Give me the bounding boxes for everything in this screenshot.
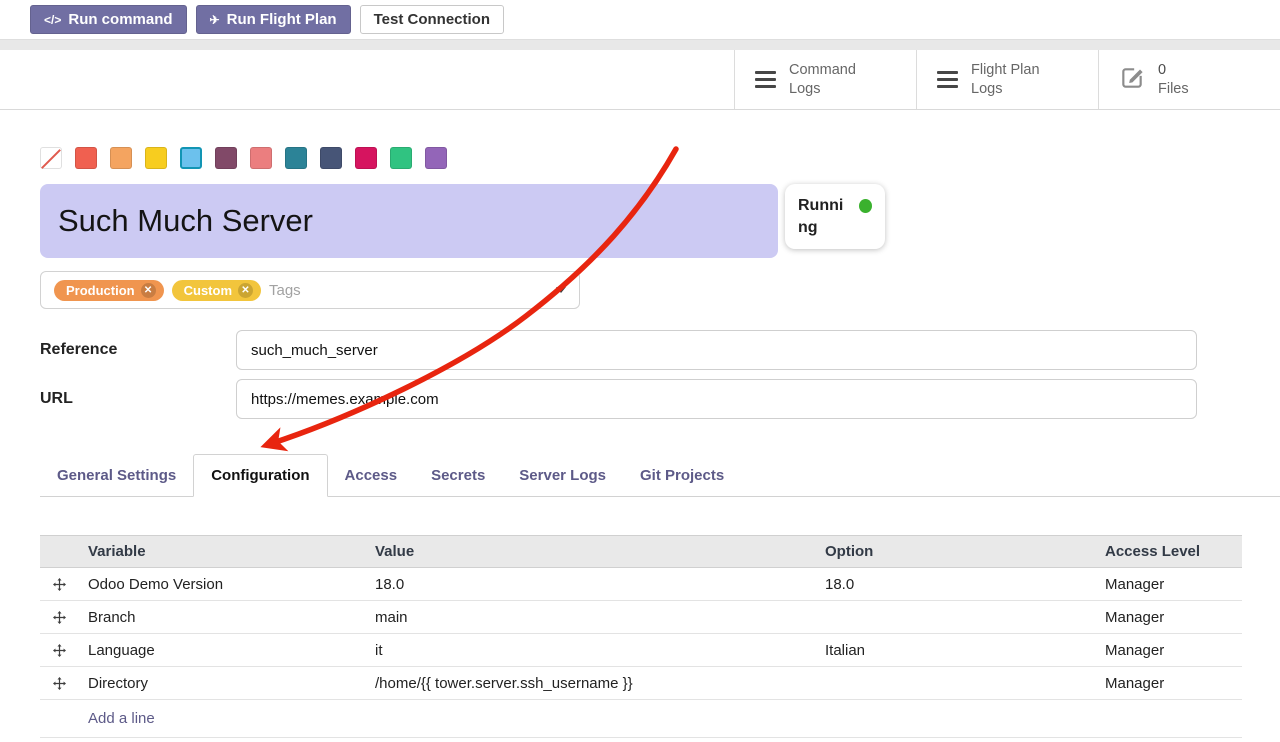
color-swatch-none[interactable] [40, 147, 62, 169]
reference-label: Reference [40, 341, 236, 359]
server-name-input[interactable] [40, 184, 778, 258]
files-label: Files [1158, 80, 1189, 98]
run-command-button[interactable]: </> Run command [30, 5, 187, 34]
drag-handle-icon[interactable] [40, 635, 78, 666]
command-logs-label-line2: Logs [789, 80, 856, 98]
drag-handle-icon[interactable] [40, 602, 78, 633]
form-header: Command Logs Flight Plan Logs 0 Files [0, 50, 1280, 110]
flight-plan-logs-button[interactable]: Flight Plan Logs [916, 50, 1098, 109]
cell-option[interactable] [815, 676, 1095, 690]
code-icon: </> [44, 13, 61, 27]
cell-variable[interactable]: Odoo Demo Version [78, 569, 365, 600]
command-logs-button[interactable]: Command Logs [734, 50, 916, 109]
cell-access[interactable]: Manager [1095, 668, 1242, 699]
run-command-label: Run command [68, 11, 172, 28]
chevron-down-icon[interactable] [556, 287, 566, 293]
cell-value[interactable]: it [365, 635, 815, 666]
column-header-access-level: Access Level [1095, 536, 1242, 567]
table-row[interactable]: Odoo Demo Version 18.0 18.0 Manager [40, 568, 1242, 601]
cell-variable[interactable]: Language [78, 635, 365, 666]
edit-icon [1119, 65, 1145, 94]
command-logs-label-line1: Command [789, 61, 856, 79]
plane-icon: ✈ [210, 13, 220, 27]
color-swatch-light-blue-selected[interactable] [180, 147, 202, 169]
test-connection-button[interactable]: Test Connection [360, 5, 504, 34]
form-content: Running Production ✕ Custom ✕ Tags Refer… [0, 147, 1280, 738]
cell-variable[interactable]: Branch [78, 602, 365, 633]
status-label: Running [798, 195, 850, 238]
add-line-row: Add a line [40, 700, 1242, 738]
close-icon[interactable]: ✕ [238, 283, 253, 298]
field-group: Reference URL [40, 330, 1197, 419]
tags-field[interactable]: Production ✕ Custom ✕ Tags [40, 271, 580, 309]
variables-table: Variable Value Option Access Level Odoo … [40, 535, 1242, 738]
color-swatch-green[interactable] [390, 147, 412, 169]
table-header-row: Variable Value Option Access Level [40, 535, 1242, 568]
table-row[interactable]: Directory /home/{{ tower.server.ssh_user… [40, 667, 1242, 700]
status-badge[interactable]: Running [785, 184, 885, 249]
cell-value[interactable]: main [365, 602, 815, 633]
tab-secrets[interactable]: Secrets [414, 455, 502, 496]
run-flight-plan-button[interactable]: ✈ Run Flight Plan [196, 5, 351, 34]
url-label: URL [40, 390, 236, 408]
drag-handle-icon[interactable] [40, 569, 78, 600]
tag-production-label: Production [66, 283, 135, 298]
status-dot [859, 199, 872, 213]
cell-access[interactable]: Manager [1095, 569, 1242, 600]
tab-configuration[interactable]: Configuration [193, 454, 327, 497]
drag-column-header [40, 545, 78, 559]
menu-icon [755, 71, 776, 88]
test-connection-label: Test Connection [374, 11, 490, 28]
cell-option[interactable]: 18.0 [815, 569, 1095, 600]
files-count: 0 [1158, 61, 1189, 79]
cell-option[interactable]: Italian [815, 635, 1095, 666]
cell-variable[interactable]: Directory [78, 668, 365, 699]
cell-option[interactable] [815, 610, 1095, 624]
files-button[interactable]: 0 Files [1098, 50, 1280, 109]
cell-value[interactable]: 18.0 [365, 569, 815, 600]
flight-plan-logs-label-line2: Logs [971, 80, 1040, 98]
color-swatch-dark-purple[interactable] [215, 147, 237, 169]
color-swatch-purple[interactable] [425, 147, 447, 169]
color-swatch-yellow[interactable] [145, 147, 167, 169]
run-flight-plan-label: Run Flight Plan [227, 11, 337, 28]
tab-git-projects[interactable]: Git Projects [623, 455, 741, 496]
tags-placeholder: Tags [269, 282, 301, 299]
color-swatch-salmon[interactable] [250, 147, 272, 169]
color-swatch-dark-blue[interactable] [320, 147, 342, 169]
top-action-bar: </> Run command ✈ Run Flight Plan Test C… [0, 0, 1280, 39]
reference-input[interactable] [236, 330, 1197, 370]
column-header-value: Value [365, 536, 815, 567]
cell-value[interactable]: /home/{{ tower.server.ssh_username }} [365, 668, 815, 699]
drag-handle-icon[interactable] [40, 668, 78, 699]
add-a-line-link[interactable]: Add a line [88, 710, 155, 727]
notebook-tabs: General Settings Configuration Access Se… [40, 454, 1280, 497]
menu-icon [937, 71, 958, 88]
url-input[interactable] [236, 379, 1197, 419]
tab-access[interactable]: Access [328, 455, 415, 496]
column-header-variable: Variable [78, 536, 365, 567]
tab-server-logs[interactable]: Server Logs [502, 455, 623, 496]
table-row[interactable]: Language it Italian Manager [40, 634, 1242, 667]
collapsed-panel-strip [0, 39, 1280, 50]
cell-access[interactable]: Manager [1095, 602, 1242, 633]
color-swatch-orange[interactable] [110, 147, 132, 169]
tab-general-settings[interactable]: General Settings [40, 455, 193, 496]
color-swatch-fuchsia[interactable] [355, 147, 377, 169]
color-swatch-teal[interactable] [285, 147, 307, 169]
flight-plan-logs-label-line1: Flight Plan [971, 61, 1040, 79]
column-header-option: Option [815, 536, 1095, 567]
tag-custom[interactable]: Custom ✕ [172, 280, 261, 301]
tag-production[interactable]: Production ✕ [54, 280, 164, 301]
table-row[interactable]: Branch main Manager [40, 601, 1242, 634]
cell-access[interactable]: Manager [1095, 635, 1242, 666]
color-swatch-red[interactable] [75, 147, 97, 169]
color-picker [40, 147, 1280, 169]
tag-custom-label: Custom [184, 283, 232, 298]
close-icon[interactable]: ✕ [141, 283, 156, 298]
